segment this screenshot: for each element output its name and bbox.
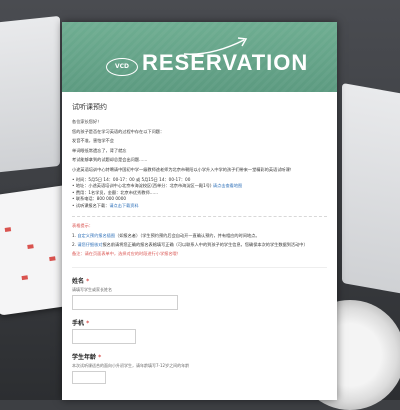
form-intro: 各位家长您好！ 您的孩子是否在学习英语的过程中存在以下问题： 发音不准，害怕学不… — [72, 118, 327, 173]
form-title: 试听课预约 — [72, 103, 107, 111]
field-hint: 本次试听课适合的面向小升初学生，请年龄填写7-12岁之间的年龄 — [72, 363, 190, 368]
reservation-banner: VCD RESERVATION — [62, 22, 337, 92]
notice-remark: 备注：请在页面表单中，选择对应的时段进行小学报名哦！ — [72, 251, 181, 256]
event-details-list: • 时间：5月5日 14：00-17：00 或 5月15日 14：00-17：0… — [72, 177, 327, 210]
notice-item: 2. 请您仔细核对报名前请将您正确的报名表格填写正确（可以联系人中的到孩子的学生… — [72, 242, 308, 247]
age-input[interactable] — [72, 371, 106, 384]
intro-line: 小途英语培训中心特聘请中国初中学一级教师途老师为北京市朝阳以小学升入中学的孩子们… — [72, 166, 294, 172]
notice-title: 表格提示： — [72, 223, 93, 228]
keyboard-image-right — [342, 82, 400, 298]
map-link[interactable]: 请点击查看地图 — [213, 183, 242, 188]
intro-line: 各位家长您好！ — [72, 119, 102, 124]
intro-line: 发音不准，害怕学不会 — [72, 138, 114, 143]
intro-line: 考试能够拿到的试题却总是会出问题…… — [72, 157, 148, 162]
form-notice: 表格提示： 1. 自定义预约报名插图（如报名者）（学生预约预约后会自动开一直确认… — [72, 223, 327, 257]
list-item: • 试听课报名下载：请点击下载资料 — [72, 202, 139, 208]
intro-line: 单词眼低常遗忘了，背了就忘 — [72, 147, 127, 153]
phone-field-group: 手机 * — [72, 318, 327, 344]
banner-title: RESERVATION — [142, 50, 309, 75]
reservation-form-card: VCD RESERVATION 试听课预约 各位家长您好！ 您的孩子是否在学习英… — [62, 22, 337, 400]
field-label: 姓名 * — [72, 278, 90, 285]
banner-logo: VCD — [106, 58, 138, 76]
name-field-group: 姓名 * 请填写学生或家长姓名 — [72, 276, 327, 310]
form-content: 试听课预约 各位家长您好！ 您的孩子是否在学习英语的过程中存在以下问题： 发音不… — [62, 92, 337, 384]
notice-item: 1. 自定义预约报名插图（如报名者）（学生预约预约后会自动开一直确认预约，并有相… — [72, 233, 260, 238]
age-field-group: 学生年龄 * 本次试听课适合的面向小升初学生，请年龄填写7-12岁之间的年龄 — [72, 352, 327, 384]
name-input[interactable] — [72, 295, 178, 310]
field-hint: 请填写学生或家长姓名 — [72, 287, 112, 292]
field-label: 手机 * — [72, 320, 90, 327]
notice-item: 备注：请在页面表单中，选择对应的时段进行小学报名哦！ — [72, 250, 327, 257]
download-link[interactable]: 请点击下载资料 — [109, 203, 138, 208]
field-label: 学生年龄 * — [72, 354, 102, 361]
intro-line: 您的孩子是否在学习英语的过程中存在以下问题： — [72, 128, 165, 134]
section-divider — [72, 216, 327, 217]
phone-input[interactable] — [72, 329, 136, 344]
notice-link[interactable]: 自定义预约报名插图 — [77, 233, 115, 238]
notice-link[interactable]: 请您仔细核对 — [77, 242, 102, 247]
keyboard-image — [0, 15, 60, 175]
